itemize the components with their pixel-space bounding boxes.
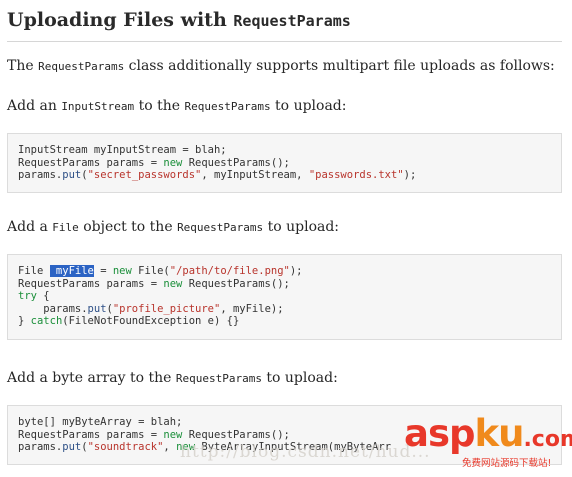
intro-paragraph: The RequestParams class additionally sup… bbox=[7, 58, 555, 74]
code-keyword: new bbox=[112, 265, 132, 277]
section-3-label: Add a byte array to the RequestParams to… bbox=[7, 370, 338, 386]
code-method: put bbox=[62, 441, 82, 454]
code-line: Fi bbox=[131, 265, 151, 277]
title-text: Uploading Files with bbox=[7, 9, 234, 31]
code-method: put bbox=[62, 169, 82, 182]
label-text: to upload: bbox=[270, 98, 347, 114]
code-line: (FileNotFoundException e) {} bbox=[62, 315, 240, 328]
code-line: params. bbox=[18, 169, 63, 182]
code-line: RequestParams(); bbox=[182, 277, 290, 290]
logo-part-c: .com bbox=[523, 427, 572, 452]
code-line: } bbox=[18, 315, 31, 328]
intro-code: RequestParams bbox=[38, 60, 125, 73]
code-line: le( bbox=[150, 265, 170, 277]
aspku-logo: aspku.com 免费网站源码下载站! bbox=[404, 414, 572, 476]
code-2[interactable]: File myFile = new File("/path/to/file.pn… bbox=[18, 265, 303, 328]
logo-part-a: asp bbox=[404, 412, 475, 455]
label-code: File bbox=[52, 221, 79, 234]
code-string: "/path/to/file.png" bbox=[169, 265, 290, 277]
label-text: Add a byte array to the bbox=[7, 370, 176, 386]
text-selection: myFile bbox=[49, 265, 94, 277]
label-text: to upload: bbox=[263, 219, 340, 235]
code-line: = bbox=[144, 277, 164, 290]
code-line: , myInputStream, bbox=[201, 169, 309, 182]
code-line: RequestParams params = bbox=[18, 428, 164, 441]
code-line: params. bbox=[18, 302, 88, 315]
logo-part-b: ku bbox=[474, 412, 524, 455]
code-line: { bbox=[36, 290, 50, 303]
code-1: InputStream myInputStream = blah; Reques… bbox=[18, 144, 416, 182]
code-block-2: File myFile = new File("/path/to/file.pn… bbox=[7, 254, 562, 340]
label-code: RequestParams bbox=[177, 221, 264, 234]
code-line: ); bbox=[289, 265, 303, 277]
code-method: put bbox=[87, 302, 107, 315]
code-line: RequestParams(); bbox=[182, 156, 290, 169]
code-line: , bbox=[163, 441, 177, 454]
code-line: ); bbox=[403, 169, 417, 182]
code-keyword: try bbox=[18, 290, 37, 303]
label-text: to the bbox=[134, 98, 185, 114]
label-text: to upload: bbox=[261, 370, 338, 386]
code-keyword: new bbox=[163, 156, 183, 169]
code-string: "passwords.txt" bbox=[308, 169, 404, 182]
code-line: byte[] myByteArray = blah; bbox=[18, 416, 183, 428]
label-text: Add an bbox=[7, 98, 62, 114]
code-string: "soundtrack" bbox=[87, 441, 164, 454]
logo-wordmark: aspku.com bbox=[404, 414, 572, 460]
code-line: RequestParams params = bbox=[18, 156, 164, 169]
code-keyword: new bbox=[163, 428, 183, 441]
code-line: File bbox=[18, 265, 50, 277]
intro-text-1: The bbox=[7, 58, 39, 74]
label-text: object to the bbox=[78, 219, 178, 235]
label-code: RequestParams bbox=[175, 372, 262, 385]
code-line: params. bbox=[18, 441, 63, 454]
heading-divider bbox=[7, 41, 562, 42]
code-block-1: InputStream myInputStream = blah; Reques… bbox=[7, 133, 562, 193]
title-code: RequestParams bbox=[233, 12, 351, 30]
intro-text-2: class additionally supports multipart fi… bbox=[124, 58, 555, 74]
code-line: = bbox=[93, 265, 113, 277]
section-1-label: Add an InputStream to the RequestParams … bbox=[7, 98, 346, 114]
code-line: InputStream myInputStream = blah; bbox=[18, 144, 227, 156]
code-string: "profile_picture" bbox=[112, 302, 221, 315]
label-text: Add a bbox=[7, 219, 53, 235]
code-line: RequestParams(); bbox=[182, 428, 290, 441]
code-string: "secret_passwords" bbox=[87, 169, 202, 182]
code-line: , myFile); bbox=[220, 302, 284, 315]
label-code: InputStream bbox=[61, 100, 135, 113]
page-title: Uploading Files with RequestParams bbox=[7, 9, 351, 31]
watermark-url: http://blog.csdn.net/hud... bbox=[180, 442, 431, 462]
code-keyword: catch bbox=[30, 315, 63, 328]
label-code: RequestParams bbox=[184, 100, 271, 113]
code-line: RequestParams params bbox=[18, 277, 145, 290]
logo-tagline: 免费网站源码下载站! bbox=[462, 458, 552, 469]
section-2-label: Add a File object to the RequestParams t… bbox=[7, 219, 339, 235]
code-keyword: new bbox=[163, 277, 183, 290]
